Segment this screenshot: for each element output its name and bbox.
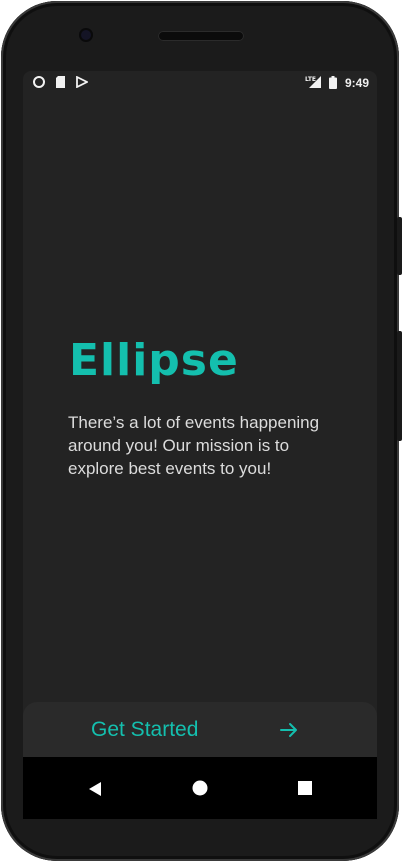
back-icon[interactable] [87,781,103,802]
get-started-button[interactable]: Get Started [23,702,377,758]
app-logo: Ellipse [69,335,239,386]
home-icon[interactable] [192,780,208,801]
status-bar: LTE 9:49 [23,71,377,95]
get-started-label: Get Started [91,718,199,741]
lte-label: LTE [305,76,316,83]
sim-card-icon [55,76,66,91]
front-camera [79,28,93,42]
volume-button [397,331,402,441]
navigation-bar [23,757,377,819]
screen: LTE 9:49 Ellipse There’s a lot of events… [23,71,377,819]
phone-frame: LTE 9:49 Ellipse There’s a lot of events… [1,1,402,861]
earpiece-speaker [158,31,244,41]
record-icon [33,76,45,91]
status-time: 9:49 [344,76,369,90]
lte-signal-icon: LTE [305,74,323,92]
tagline: There’s a lot of events happening around… [68,413,320,478]
arrow-right-icon [279,720,299,745]
battery-icon [329,76,337,92]
recents-icon[interactable] [298,781,312,800]
power-button [397,217,402,275]
play-store-icon [76,75,90,91]
